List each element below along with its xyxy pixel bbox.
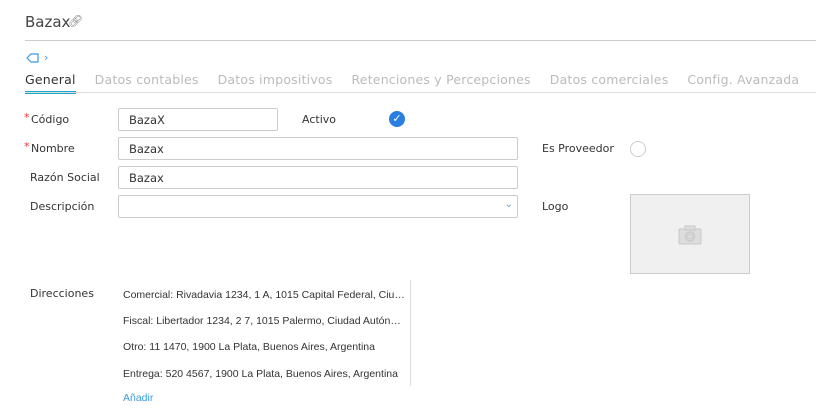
- descripcion-select[interactable]: ⌄: [118, 195, 518, 218]
- tab-datos-contables[interactable]: Datos contables: [95, 72, 199, 94]
- required-marker: *: [24, 111, 30, 124]
- nombre-label: Nombre: [31, 142, 75, 155]
- required-marker: *: [24, 140, 30, 153]
- scrollbar[interactable]: [410, 280, 411, 386]
- tab-datos-comerciales[interactable]: Datos comerciales: [550, 72, 669, 94]
- address-item[interactable]: Entrega: 520 4567, 1900 La Plata, Buenos…: [123, 368, 398, 380]
- camera-icon: [678, 225, 702, 245]
- link-icon[interactable]: 🔗︎: [68, 14, 83, 28]
- divider: [25, 40, 816, 41]
- tag-icon[interactable]: [26, 53, 39, 63]
- tab-bar: General Datos contables Datos impositivo…: [25, 72, 816, 94]
- activo-checkbox[interactable]: ✓: [389, 111, 405, 127]
- razon-social-label: Razón Social: [30, 171, 100, 184]
- tab-retenciones[interactable]: Retenciones y Percepciones: [351, 72, 530, 94]
- chevron-right-icon[interactable]: ›: [44, 51, 48, 64]
- add-address-link[interactable]: Añadir: [123, 392, 153, 404]
- es-proveedor-checkbox[interactable]: [630, 141, 646, 157]
- tab-divider: [25, 92, 816, 93]
- codigo-label: Código: [31, 113, 70, 126]
- tab-datos-impositivos[interactable]: Datos impositivos: [218, 72, 333, 94]
- direcciones-label: Direcciones: [30, 287, 94, 300]
- address-item[interactable]: Comercial: Rivadavia 1234, 1 A, 1015 Cap…: [123, 289, 405, 301]
- address-item[interactable]: Fiscal: Libertador 1234, 2 7, 1015 Paler…: [123, 315, 401, 327]
- address-item[interactable]: Otro: 11 1470, 1900 La Plata, Buenos Air…: [123, 341, 375, 353]
- codigo-input[interactable]: BazaX: [118, 108, 278, 131]
- razon-social-input[interactable]: Bazax: [118, 166, 518, 189]
- page-title: Bazax: [25, 13, 71, 31]
- es-proveedor-label: Es Proveedor: [542, 142, 614, 155]
- logo-label: Logo: [542, 200, 569, 213]
- descripcion-label: Descripción: [30, 200, 95, 213]
- tab-config-avanzada[interactable]: Config. Avanzada: [687, 72, 799, 94]
- nombre-input[interactable]: Bazax: [118, 137, 518, 160]
- chevron-down-icon: ⌄: [504, 199, 513, 210]
- activo-label: Activo: [302, 113, 336, 126]
- tab-general[interactable]: General: [25, 72, 76, 94]
